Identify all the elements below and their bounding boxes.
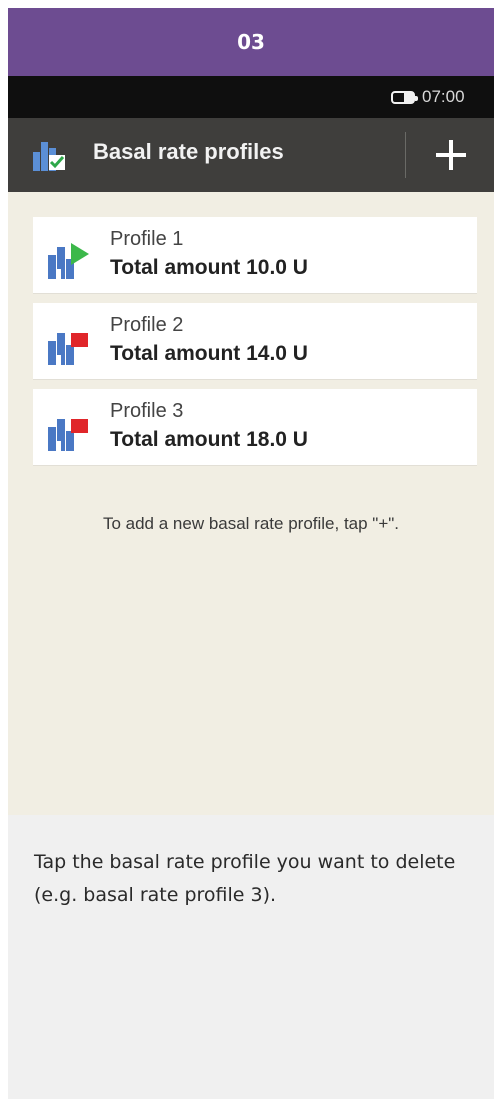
instruction-card: 03 07:00 Basal rate profiles Profile 1 T… (8, 8, 494, 1099)
profile-item-1[interactable]: Profile 1 Total amount 10.0 U (33, 217, 477, 294)
battery-icon (391, 91, 418, 104)
profile-name: Profile 1 (110, 228, 184, 250)
profile-item-2[interactable]: Profile 2 Total amount 14.0 U (33, 303, 477, 380)
profile-total: Total amount 18.0 U (110, 428, 308, 451)
basal-profiles-icon (33, 142, 65, 171)
profile-total: Total amount 10.0 U (110, 256, 308, 279)
profile-item-3[interactable]: Profile 3 Total amount 18.0 U (33, 389, 477, 466)
profile-list-screen: Profile 1 Total amount 10.0 U Profile 2 … (8, 192, 494, 815)
status-clock: 07:00 (422, 87, 465, 106)
status-bar: 07:00 (8, 76, 494, 118)
profile-inactive-icon (48, 333, 88, 365)
step-number-header: 03 (8, 8, 494, 76)
step-number: 03 (237, 30, 265, 54)
title-divider (405, 132, 406, 178)
screen-title: Basal rate profiles (93, 139, 284, 164)
add-profile-hint: To add a new basal rate profile, tap "+"… (102, 514, 400, 533)
add-profile-button[interactable] (422, 126, 480, 184)
title-bar: Basal rate profiles (8, 118, 494, 192)
profile-inactive-icon (48, 419, 88, 451)
profile-active-icon (48, 243, 89, 279)
profile-name: Profile 3 (110, 400, 184, 422)
instruction-caption: Tap the basal rate profile you want to d… (34, 851, 456, 906)
profile-total: Total amount 14.0 U (110, 342, 308, 365)
profile-name: Profile 2 (110, 314, 184, 336)
